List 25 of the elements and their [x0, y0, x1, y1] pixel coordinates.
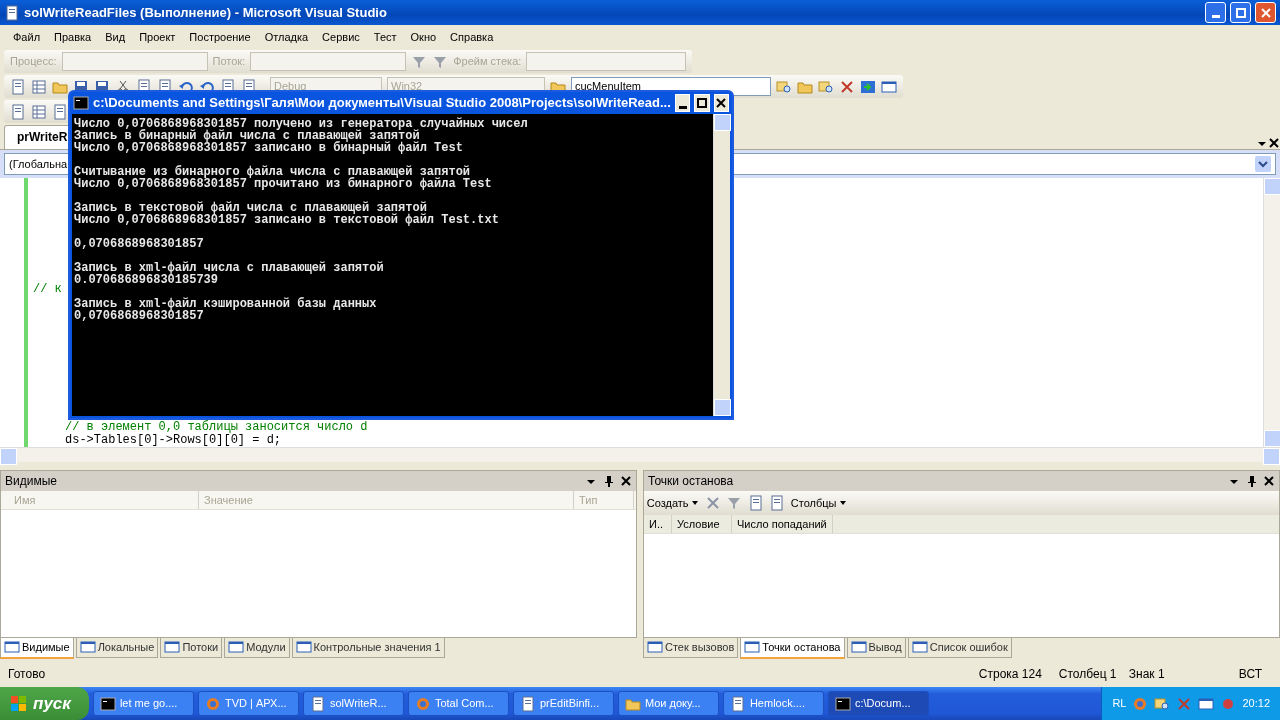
console-line: Запись в текстовой файл числа с плавающей запятой	[74, 202, 427, 214]
panel-title: Точки останова	[648, 473, 734, 490]
console-line: Считывание из бинарного файла числа с плавающей запятой	[74, 166, 471, 178]
console-line: Запись в xml-файл кэшированной базы данных	[74, 298, 377, 310]
console-line: Запись в xml-файл числа с плавающей запятой	[74, 262, 384, 274]
thread-label: Поток:	[212, 54, 246, 70]
status-field: ВСТ	[1238, 664, 1262, 683]
clock: 20:12	[1242, 696, 1270, 712]
status-message: Готово	[8, 665, 47, 683]
status-field: Строка 124	[978, 664, 1059, 683]
console-line: 0.070686896830185739	[74, 274, 219, 286]
code-line: ds->Tables[0]->Rows[0][0] = d;	[65, 434, 282, 447]
code-line: // к	[33, 283, 62, 296]
console-line: Число 0,0706868968301857 записано в текстовой файл Test.txt	[74, 214, 499, 226]
status-field: Столбец 1	[1058, 664, 1129, 683]
code-line: // в элемент 0,0 таблицы заносится число d	[65, 421, 368, 434]
window-title: c:\Documents and Settings\Галя\Мои документы\Visual Studio 2008\Projects\solWriteRead...	[93, 94, 671, 113]
console-line: 0,0706868968301857	[74, 238, 204, 250]
window-title: solWriteReadFiles (Выполнение) - Microsoft Visual Studio	[24, 3, 388, 22]
console-line: Число 0,0706868968301857 прочитано из бинарного файла Test	[74, 178, 492, 190]
process-label: Процесс:	[10, 54, 57, 70]
console-line: 0,0706868968301857	[74, 310, 204, 322]
stack-frame-label: Фрейм стека:	[453, 54, 522, 70]
status-field: Знак 1	[1128, 664, 1239, 683]
panel-title: Видимые	[5, 473, 57, 490]
